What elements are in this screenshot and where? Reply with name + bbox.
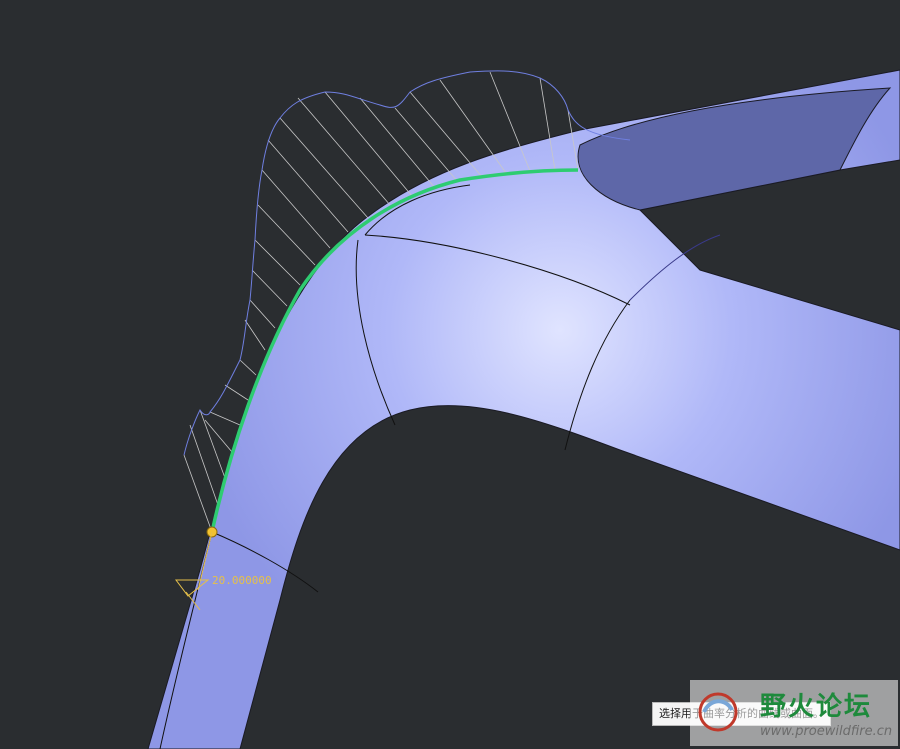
dimension-value[interactable]: 20.000000 <box>212 574 272 587</box>
pipe-open-end[interactable] <box>577 87 892 211</box>
site-watermark: 野火论坛 www.proewildfire.cn <box>690 680 898 746</box>
watermark-url: www.proewildfire.cn <box>760 724 893 739</box>
watermark-title: 野火论坛 <box>760 692 873 722</box>
graphics-viewport[interactable]: 20.000000 选择用于曲率分析的曲线或曲面。 野火论坛 www.proew… <box>0 0 900 749</box>
model-scene[interactable]: 20.000000 <box>0 0 900 749</box>
watermark-logo-icon <box>698 692 738 732</box>
